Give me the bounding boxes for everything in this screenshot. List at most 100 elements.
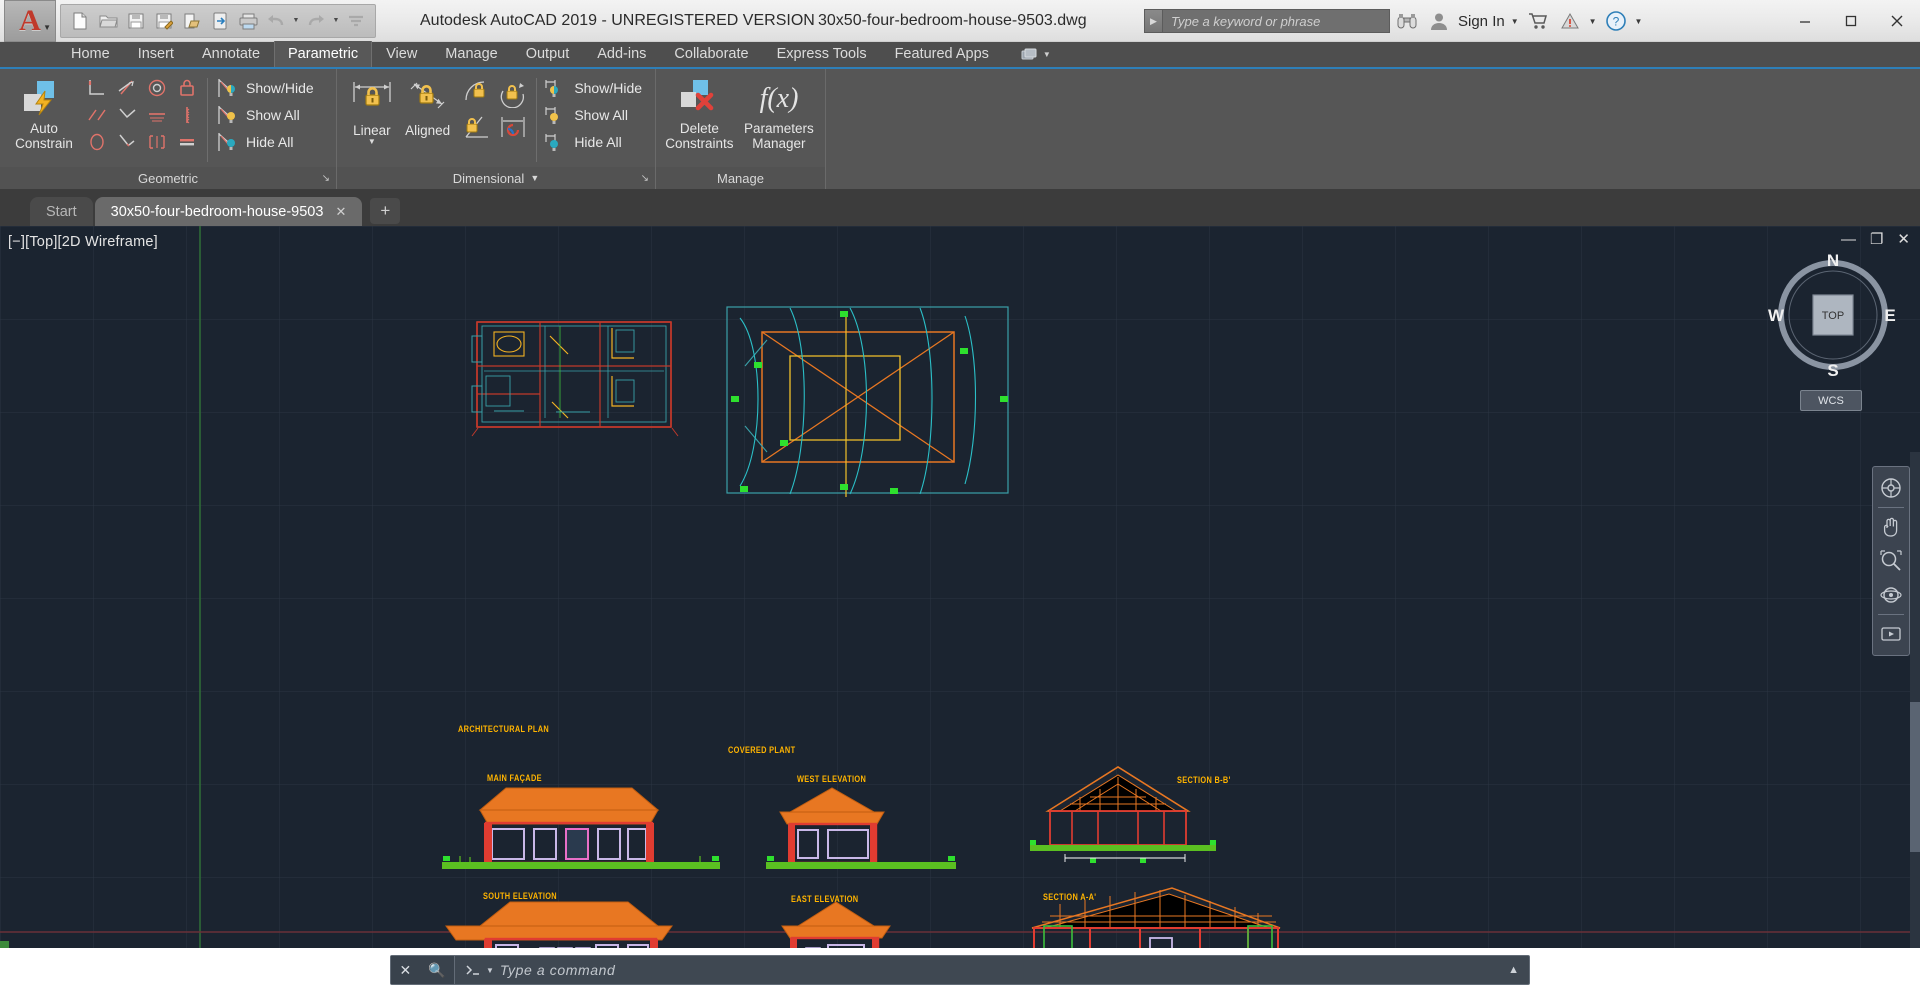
close-icon[interactable]: ✕ [335,204,346,220]
tangent-constraint-icon[interactable] [143,101,171,128]
magnifier-icon[interactable]: 🔍 [428,962,445,979]
open-folder-icon[interactable] [95,8,121,34]
chevron-right-icon[interactable]: ▶ [1145,10,1163,32]
delete-constraints-button[interactable]: Delete Constraints [663,74,736,151]
ribbon-tab-annotate[interactable]: Annotate [188,41,274,67]
dimensional-visibility-menu: Show/Hide Show All Hide All [542,74,648,155]
command-line[interactable]: ✕ 🔍 ▼ ▲ [390,955,1530,985]
drawing-canvas[interactable]: [−][Top][2D Wireframe] — ❐ ✕ ARCHITECTUR… [0,226,1920,948]
dimensional-show-all-button[interactable]: Show All [542,101,634,128]
alert-dropdown-icon[interactable]: ▼ [1589,17,1597,26]
collinear-constraint-icon[interactable] [83,101,111,128]
label-architectural-plan: ARCHITECTURAL PLAN [458,724,550,734]
geometric-show-hide-button[interactable]: Show/Hide [214,74,320,101]
new-tab-button[interactable]: + [370,198,401,224]
geometric-hide-all-button[interactable]: Hide All [214,128,299,155]
save-as-icon[interactable] [151,8,177,34]
parallel-constraint-icon[interactable] [113,74,141,101]
shopping-cart-icon[interactable] [1525,8,1551,34]
ribbon-tab-featured-apps[interactable]: Featured Apps [881,41,1003,67]
undo-dropdown-icon[interactable]: ▼ [291,17,301,24]
panel-expand-arrow-icon[interactable]: ↘ [641,173,649,184]
angular2-constraint-icon[interactable] [460,110,494,144]
fix-constraint-icon[interactable] [173,74,201,101]
redo-dropdown-icon[interactable]: ▼ [331,17,341,24]
printer-icon[interactable] [235,8,261,34]
new-document-icon[interactable] [67,8,93,34]
perpendicular-constraint-icon[interactable] [83,74,111,101]
auto-constrain-button[interactable]: Auto Constrain [7,74,81,151]
ribbon-tab-home[interactable]: Home [57,41,124,67]
search-input[interactable] [1163,10,1389,32]
user-avatar-icon[interactable] [1426,8,1452,34]
alert-triangle-icon[interactable] [1557,8,1583,34]
steering-wheel-icon[interactable] [1874,471,1908,505]
autocad-logo-button[interactable]: A ▼ [4,0,56,42]
customize-qat-icon[interactable] [343,8,369,34]
convert-constraint-icon[interactable] [496,110,530,144]
vertical-scrollbar[interactable] [1910,452,1920,948]
parameters-manager-button[interactable]: f(x) Parameters Manager [740,74,818,151]
export-icon[interactable] [179,8,205,34]
ribbon-tab-view[interactable]: View [372,41,431,67]
dimensional-show-hide-button[interactable]: Show/Hide [542,74,648,101]
vertical-constraint-icon[interactable] [173,101,201,128]
geometric-show-all-button[interactable]: Show All [214,101,306,128]
ribbon-tab-manage[interactable]: Manage [431,41,511,67]
dimensional-hide-all-button[interactable]: Hide All [542,128,627,155]
geometric-show-hide-label: Show/Hide [246,79,314,96]
ribbon-tab-insert[interactable]: Insert [124,41,188,67]
redo-arrow-icon[interactable] [303,8,329,34]
sign-in-button[interactable]: Sign In [1458,13,1505,30]
command-history-expand-icon[interactable]: ▲ [1498,964,1529,976]
ucs-selector[interactable]: WCS [1800,390,1862,411]
title-bar: A ▼ ▼ ▼ Autodesk AutoCAD 2019 - UNREGIST… [0,0,1920,42]
panel-expand-arrow-icon[interactable]: ↘ [322,173,330,184]
minimize-button[interactable] [1782,0,1828,42]
ribbon-tab-collaborate[interactable]: Collaborate [660,41,762,67]
doc-tab-start[interactable]: Start [30,197,93,226]
window-title: Autodesk AutoCAD 2019 - UNREGISTERED VER… [420,12,815,29]
chevron-down-icon[interactable]: ▼ [43,23,51,32]
publish-icon[interactable] [207,8,233,34]
command-input[interactable] [493,962,1499,978]
orbit-icon[interactable] [1874,578,1908,612]
radial-constraint-icon[interactable] [496,76,530,110]
showmotion-icon[interactable] [1874,617,1908,651]
view-cube[interactable]: TOP N E S W [1768,250,1898,380]
ribbon-tab-parametric[interactable]: Parametric [274,41,373,67]
maximize-button[interactable] [1828,0,1874,42]
help-circle-icon[interactable]: ? [1603,8,1629,34]
linear-dimension-constraint-button[interactable]: Linear ▼ [344,74,400,146]
prompt-caret-icon[interactable]: ▼ [486,966,494,975]
equal-constraint-icon[interactable] [113,128,141,155]
chevron-down-icon[interactable]: ▼ [1043,50,1051,59]
panel-stack-icon [1021,48,1037,59]
label-west-elevation: WEST ELEVATION [797,774,867,784]
pan-hand-icon[interactable] [1874,510,1908,544]
aligned-dimension-constraint-button[interactable]: Aligned [400,74,456,138]
main-facade-elevation [442,787,720,869]
close-button[interactable] [1874,0,1920,42]
smooth-constraint-icon[interactable] [83,128,111,155]
ribbon-tab-addins[interactable]: Add-ins [583,41,660,67]
zoom-extents-icon[interactable] [1874,544,1908,578]
concentric-constraint-icon[interactable] [143,74,171,101]
doc-tab-drawing[interactable]: 30x50-four-bedroom-house-9503 ✕ [94,197,363,226]
ribbon-tab-express-tools[interactable]: Express Tools [763,41,881,67]
horizontal-constraint-icon[interactable] [113,101,141,128]
binoculars-icon[interactable] [1394,8,1420,34]
angular-constraint-icon[interactable] [460,76,494,110]
undo-arrow-icon[interactable] [263,8,289,34]
account-dropdown-icon[interactable]: ▼ [1511,17,1519,26]
close-icon[interactable]: ✕ [399,962,411,979]
linear-dropdown-icon[interactable]: ▼ [368,137,376,146]
panel-dimensional-dropdown-icon[interactable]: ▼ [530,173,539,183]
symmetric-constraint-icon[interactable] [143,128,171,155]
help-dropdown-icon[interactable]: ▼ [1635,17,1643,26]
ribbon-workspace-switcher[interactable]: ▼ [1021,41,1051,67]
scrollbar-thumb[interactable] [1910,702,1920,852]
coincident-constraint-icon[interactable] [173,128,201,155]
save-disk-icon[interactable] [123,8,149,34]
ribbon-tab-output[interactable]: Output [512,41,584,67]
